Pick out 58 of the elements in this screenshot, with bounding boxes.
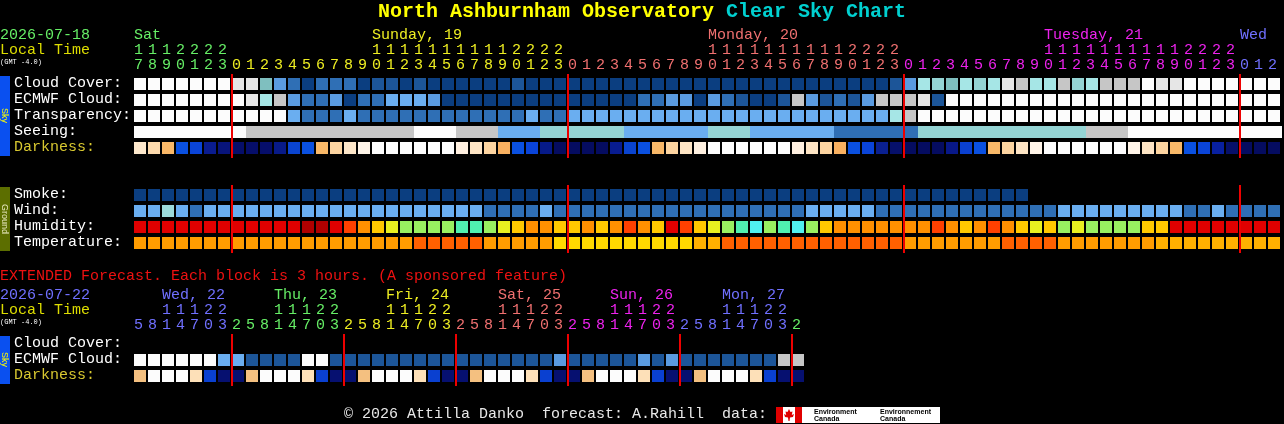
- sky-section-bar: Sky: [0, 336, 10, 384]
- hour-tens-digits: 11122: [722, 302, 792, 319]
- hour-digits: 25814703: [232, 317, 344, 334]
- hour-tens-digits: 11122: [274, 302, 344, 319]
- hour-digits: 012345678901234567890123: [904, 57, 1241, 74]
- day-label: Wed, 22: [162, 287, 225, 304]
- hour-tens-digits: 11122: [162, 302, 232, 319]
- chart-subtitle: Clear Sky Chart: [726, 0, 907, 24]
- hour-digits: 012345678901234567890123: [232, 57, 569, 74]
- day-label: Wed: [1240, 27, 1267, 44]
- hour-digits: 2: [792, 317, 806, 334]
- day-label: Thu, 23: [274, 287, 337, 304]
- hour-digits: 25814703: [344, 317, 456, 334]
- row-label: Wind:: [14, 203, 60, 219]
- chart-title: North Ashburnham Observatory: [377, 0, 714, 24]
- hour-tens-digits: 1112222: [134, 42, 232, 59]
- row-label: Transparency:: [14, 108, 133, 124]
- hour-tens-digits: 11122: [386, 302, 456, 319]
- row-label: Temperature:: [14, 235, 124, 251]
- sky-section-bar: Sky: [0, 76, 10, 156]
- row-label: Cloud Cover:: [14, 76, 124, 92]
- row-label: Humidity:: [14, 219, 96, 235]
- local-time-label: Local Time: [0, 42, 90, 59]
- row-label: ECMWF Cloud:: [14, 352, 124, 368]
- copyright-text: © 2026 Attilla Danko: [343, 407, 524, 423]
- day-label: Mon, 27: [722, 287, 785, 304]
- hour-tens-digits: 11111111112222: [371, 42, 568, 59]
- row-label: Smoke:: [14, 187, 69, 203]
- day-label: Tuesday, 21: [1044, 27, 1144, 44]
- hour-digits: 25814703: [680, 317, 792, 334]
- forecast-date: 2026-07-22: [0, 287, 90, 304]
- day-label: Sat: [134, 27, 161, 44]
- hour-digits: 25814703: [568, 317, 680, 334]
- day-label: Fri, 24: [386, 287, 449, 304]
- row-label: Darkness:: [14, 140, 96, 156]
- local-time-label: Local Time: [0, 302, 90, 319]
- day-label: Sat, 25: [498, 287, 561, 304]
- row-label: Cloud Cover:: [14, 336, 124, 352]
- data-source-label: data:: [722, 407, 768, 423]
- hour-tens-digits: 11111111112222: [707, 42, 904, 59]
- hour-digits: 012345678901234567890123: [568, 57, 905, 74]
- day-label: Monday, 20: [708, 27, 798, 44]
- row-label: ECMWF Cloud:: [14, 92, 124, 108]
- hour-digits: 7890123: [134, 57, 232, 74]
- hour-digits: 5814703: [134, 317, 232, 334]
- row-label: Darkness:: [14, 368, 96, 384]
- hour-digits: 012: [1240, 57, 1282, 74]
- ground-section-bar: Ground: [0, 187, 10, 251]
- forecast-date: 2026-07-18: [0, 27, 90, 44]
- forecast-credit: forecast: A.Rahill: [542, 407, 704, 423]
- row-label: Seeing:: [14, 124, 78, 140]
- hour-tens-digits: 11111111112222: [1043, 42, 1240, 59]
- hour-tens-digits: 11122: [498, 302, 568, 319]
- hour-tens-digits: 11122: [610, 302, 680, 319]
- day-label: Sun, 26: [610, 287, 673, 304]
- day-label: Sunday, 19: [372, 27, 462, 44]
- extended-forecast-note: EXTENDED Forecast. Each block is 3 hours. (A sponsored feature): [0, 269, 569, 284]
- hour-digits: 25814703: [456, 317, 568, 334]
